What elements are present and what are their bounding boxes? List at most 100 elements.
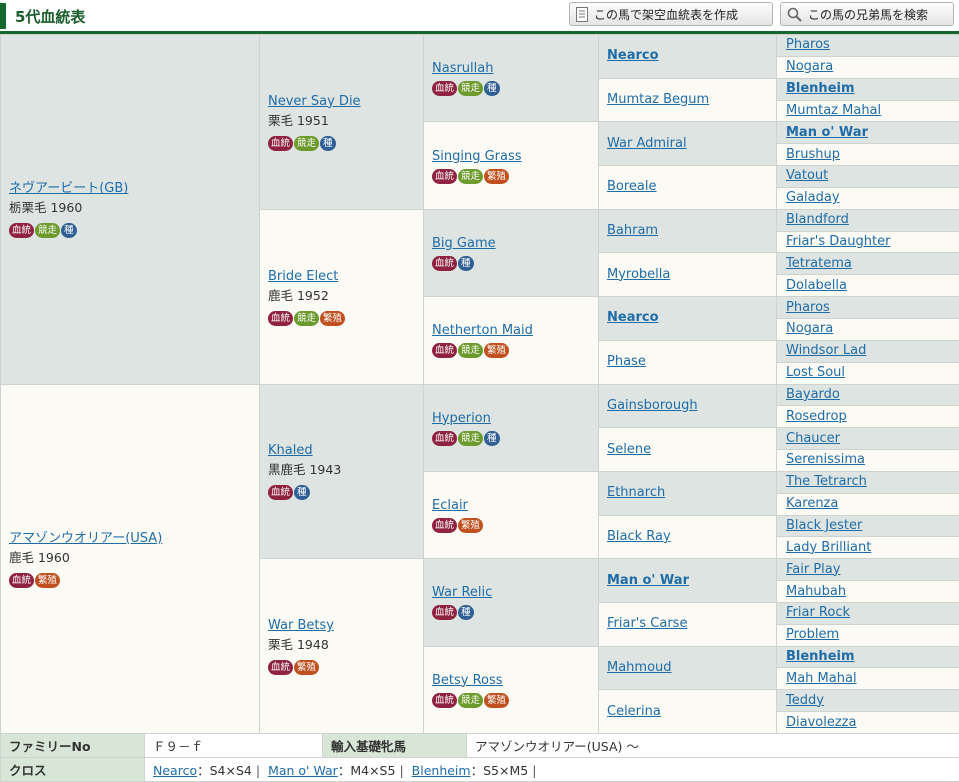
horse-link[interactable]: Problem: [786, 626, 950, 644]
horse-link[interactable]: アマゾンウオリアー(USA): [9, 530, 251, 548]
horse-link[interactable]: Mah Mahal: [786, 670, 950, 688]
horse-link[interactable]: Fair Play: [786, 561, 950, 579]
race-badge[interactable]: 競走: [294, 135, 320, 151]
bloodline-badge[interactable]: 血統: [432, 605, 458, 621]
bloodline-badge[interactable]: 血統: [432, 255, 458, 271]
cross-horse-link[interactable]: Nearco: [153, 763, 197, 778]
broodmare-badge[interactable]: 繁殖: [35, 572, 61, 588]
bloodline-badge[interactable]: 血統: [432, 81, 458, 97]
bloodline-badge[interactable]: 血統: [432, 430, 458, 446]
broodmare-badge[interactable]: 繁殖: [484, 343, 510, 359]
horse-link[interactable]: Ethnarch: [607, 484, 768, 502]
horse-link[interactable]: Man o' War: [786, 124, 950, 142]
horse-link[interactable]: Nogara: [786, 320, 950, 338]
horse-link[interactable]: Friar's Carse: [607, 615, 768, 633]
horse-link[interactable]: War Betsy: [268, 617, 415, 635]
horse-link[interactable]: Eclair: [432, 497, 590, 515]
race-badge[interactable]: 競走: [35, 223, 61, 239]
bloodline-badge[interactable]: 血統: [268, 135, 294, 151]
horse-link[interactable]: Friar Rock: [786, 604, 950, 622]
horse-link[interactable]: Windsor Lad: [786, 342, 950, 360]
bloodline-badge[interactable]: 血統: [9, 572, 35, 588]
bloodline-badge[interactable]: 血統: [432, 692, 458, 708]
horse-link[interactable]: Never Say Die: [268, 93, 415, 111]
race-badge[interactable]: 競走: [458, 430, 484, 446]
sire-badge[interactable]: 種: [458, 605, 474, 621]
cross-horse-link[interactable]: Man o' War: [268, 763, 338, 778]
horse-link[interactable]: Rosedrop: [786, 408, 950, 426]
horse-link[interactable]: Mumtaz Begum: [607, 91, 768, 109]
horse-link[interactable]: Netherton Maid: [432, 322, 590, 340]
horse-link[interactable]: Celerina: [607, 703, 768, 721]
horse-link[interactable]: Selene: [607, 441, 768, 459]
race-badge[interactable]: 競走: [458, 692, 484, 708]
horse-link[interactable]: Lost Soul: [786, 364, 950, 382]
sire-badge[interactable]: 種: [61, 223, 77, 239]
horse-link[interactable]: Bayardo: [786, 386, 950, 404]
broodmare-badge[interactable]: 繁殖: [484, 168, 510, 184]
horse-link[interactable]: Galaday: [786, 189, 950, 207]
horse-link[interactable]: Mumtaz Mahal: [786, 102, 950, 120]
horse-link[interactable]: Dolabella: [786, 277, 950, 295]
bloodline-badge[interactable]: 血統: [268, 485, 294, 501]
horse-link[interactable]: Black Jester: [786, 517, 950, 535]
horse-link[interactable]: Hyperion: [432, 410, 590, 428]
broodmare-badge[interactable]: 繁殖: [458, 518, 484, 534]
horse-link[interactable]: Big Game: [432, 235, 590, 253]
horse-link[interactable]: Blandford: [786, 211, 950, 229]
horse-link[interactable]: ネヴアービート(GB): [9, 180, 251, 198]
horse-link[interactable]: Nearco: [607, 47, 768, 65]
horse-link[interactable]: Bride Elect: [268, 268, 415, 286]
cross-horse-link[interactable]: Blenheim: [412, 763, 471, 778]
broodmare-badge[interactable]: 繁殖: [294, 660, 320, 676]
horse-link[interactable]: Pharos: [786, 299, 950, 317]
horse-link[interactable]: Lady Brilliant: [786, 539, 950, 557]
horse-link[interactable]: Vatout: [786, 167, 950, 185]
sire-badge[interactable]: 種: [458, 255, 474, 271]
horse-link[interactable]: Blenheim: [786, 648, 950, 666]
horse-link[interactable]: Singing Grass: [432, 148, 590, 166]
horse-link[interactable]: Myrobella: [607, 266, 768, 284]
horse-link[interactable]: Blenheim: [786, 80, 950, 98]
sire-badge[interactable]: 種: [484, 81, 500, 97]
horse-link[interactable]: Khaled: [268, 442, 415, 460]
bloodline-badge[interactable]: 血統: [432, 343, 458, 359]
bloodline-badge[interactable]: 血統: [9, 223, 35, 239]
sire-badge[interactable]: 種: [484, 430, 500, 446]
horse-link[interactable]: Phase: [607, 353, 768, 371]
search-siblings-button[interactable]: この馬の兄弟馬を検索: [780, 2, 954, 26]
horse-link[interactable]: Friar's Daughter: [786, 233, 950, 251]
horse-link[interactable]: Black Ray: [607, 528, 768, 546]
race-badge[interactable]: 競走: [294, 310, 320, 326]
horse-link[interactable]: Man o' War: [607, 572, 768, 590]
horse-link[interactable]: War Admiral: [607, 135, 768, 153]
race-badge[interactable]: 競走: [458, 343, 484, 359]
bloodline-badge[interactable]: 血統: [268, 310, 294, 326]
horse-link[interactable]: Tetratema: [786, 255, 950, 273]
sire-badge[interactable]: 種: [320, 135, 336, 151]
horse-link[interactable]: Betsy Ross: [432, 672, 590, 690]
horse-link[interactable]: Serenissima: [786, 451, 950, 469]
broodmare-badge[interactable]: 繁殖: [484, 692, 510, 708]
horse-link[interactable]: Gainsborough: [607, 397, 768, 415]
horse-link[interactable]: Karenza: [786, 495, 950, 513]
sire-badge[interactable]: 種: [294, 485, 310, 501]
race-badge[interactable]: 競走: [458, 81, 484, 97]
horse-link[interactable]: Mahubah: [786, 583, 950, 601]
horse-link[interactable]: Teddy: [786, 692, 950, 710]
horse-link[interactable]: Nogara: [786, 58, 950, 76]
bloodline-badge[interactable]: 血統: [432, 518, 458, 534]
horse-link[interactable]: Nasrullah: [432, 60, 590, 78]
horse-link[interactable]: War Relic: [432, 584, 590, 602]
horse-link[interactable]: Mahmoud: [607, 659, 768, 677]
horse-link[interactable]: Diavolezza: [786, 714, 950, 732]
horse-link[interactable]: Bahram: [607, 222, 768, 240]
bloodline-badge[interactable]: 血統: [432, 168, 458, 184]
create-fictional-pedigree-button[interactable]: この馬で架空血統表を作成: [569, 2, 773, 26]
horse-link[interactable]: Nearco: [607, 309, 768, 327]
horse-link[interactable]: Chaucer: [786, 430, 950, 448]
horse-link[interactable]: The Tetrarch: [786, 473, 950, 491]
bloodline-badge[interactable]: 血統: [268, 660, 294, 676]
horse-link[interactable]: Brushup: [786, 146, 950, 164]
horse-link[interactable]: Boreale: [607, 178, 768, 196]
